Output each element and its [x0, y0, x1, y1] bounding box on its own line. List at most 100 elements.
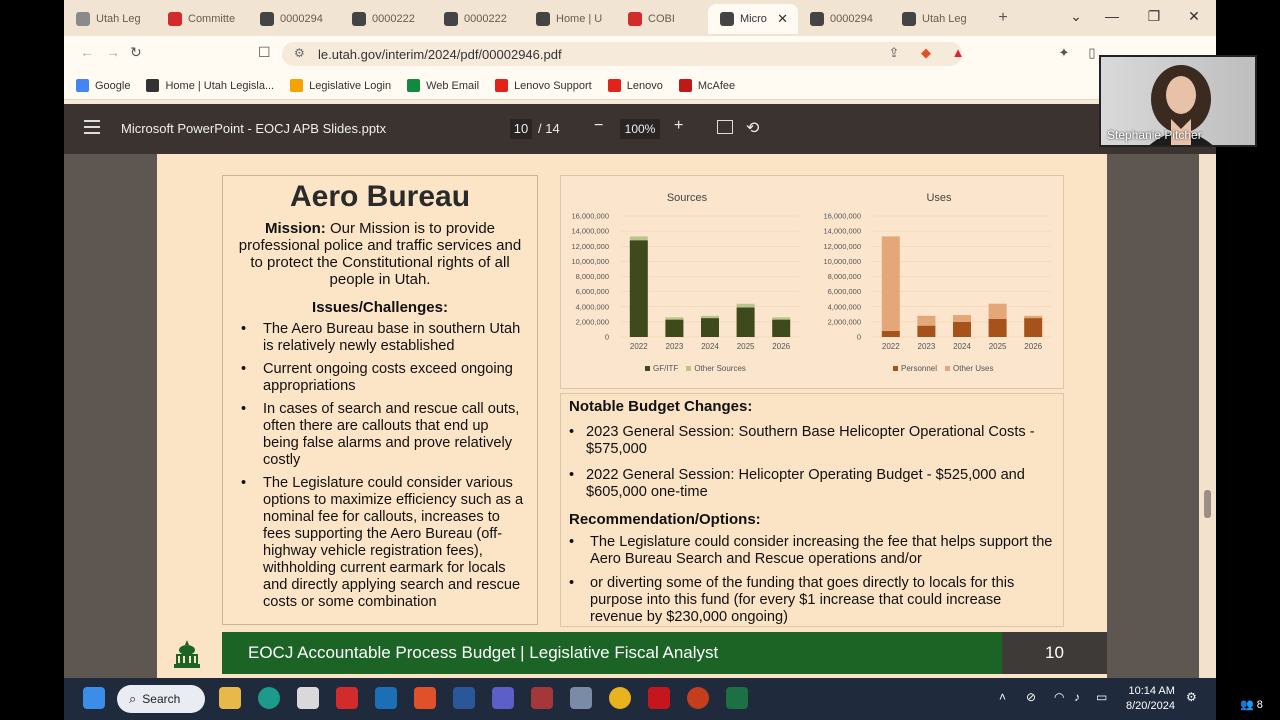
people-count[interactable]: 👥 8: [1240, 698, 1263, 711]
fit-page-icon[interactable]: [717, 120, 733, 134]
browser-tab[interactable]: Utah Leg: [890, 4, 982, 34]
browser-toolbar: ← → ↻ ☐ ⚙ le.utah.gov/interim/2024/pdf/0…: [64, 36, 1216, 72]
bar-segment: [736, 303, 755, 308]
rotate-icon[interactable]: ⟲: [746, 118, 759, 138]
people-icon: 👥: [1240, 699, 1257, 711]
powerpoint-icon[interactable]: [687, 687, 709, 709]
windows-start-icon[interactable]: [83, 687, 105, 709]
uses-legend: Personnel Other Uses: [893, 364, 994, 373]
bar-segment: [665, 317, 684, 320]
webcam-tile[interactable]: Stephanie Pitcher: [1099, 55, 1257, 147]
zoom-in-button[interactable]: +: [674, 117, 683, 135]
legend-label: Personnel: [901, 364, 938, 373]
tray-chevron-icon[interactable]: ˄: [999, 690, 1006, 704]
zoom-level-input[interactable]: 100%: [620, 119, 660, 139]
slide-title: Aero Bureau: [289, 180, 471, 213]
legend-swatch: [686, 366, 692, 371]
tab-favicon-icon: [536, 12, 550, 26]
x-tick-label: 2025: [989, 342, 1007, 351]
bookmark-favicon-icon: [607, 79, 621, 92]
legend-swatch: [945, 366, 951, 371]
volume-icon[interactable]: ♪: [1074, 690, 1080, 704]
lenovo-icon[interactable]: [336, 687, 358, 709]
browser-tab[interactable]: 0000294: [248, 4, 340, 34]
chrome-icon[interactable]: [609, 687, 631, 709]
site-info-icon[interactable]: ⚙: [294, 46, 305, 60]
sidebar-icon[interactable]: ▯: [1084, 45, 1100, 61]
brave-icon[interactable]: [414, 687, 436, 709]
x-tick-label: 2023: [918, 342, 936, 351]
store-icon[interactable]: [297, 687, 319, 709]
excel-icon[interactable]: [726, 687, 748, 709]
sources-chart-title: Sources: [666, 192, 708, 204]
extensions-icon[interactable]: ✦: [1056, 45, 1072, 61]
snipping-icon[interactable]: [570, 687, 592, 709]
forward-icon[interactable]: →: [106, 44, 120, 60]
browser-tab[interactable]: 0000222: [340, 4, 432, 34]
bookmark-item[interactable]: McAfee: [678, 79, 735, 92]
page-number-input[interactable]: 10: [510, 119, 532, 139]
share-icon[interactable]: ⇪: [886, 45, 902, 61]
bookmark-item[interactable]: Web Email: [407, 79, 479, 92]
bar-segment: [736, 307, 755, 337]
y-tick-label: 2,000,000: [828, 317, 861, 326]
brave-rewards-icon[interactable]: ▲: [950, 45, 966, 61]
outlook-icon[interactable]: [375, 687, 397, 709]
bookmark-label: Home | Utah Legisla...: [165, 79, 275, 92]
browser-tab[interactable]: Utah Leg: [64, 4, 156, 34]
new-tab-button[interactable]: +: [988, 9, 1018, 27]
taskbar-search[interactable]: ⌕ Search: [117, 685, 205, 713]
bookmark-favicon-icon: [495, 79, 509, 92]
reload-icon[interactable]: ↻: [130, 44, 142, 61]
y-tick-label: 16,000,000: [823, 212, 861, 221]
menu-icon[interactable]: [84, 120, 100, 138]
browser-tab[interactable]: 0000294: [798, 4, 890, 34]
tab-close-icon[interactable]: ✕: [777, 11, 788, 27]
browser-tab[interactable]: Micro ✕: [708, 4, 798, 34]
tab-search-icon[interactable]: ⌄: [1066, 8, 1086, 25]
notification-icon[interactable]: ⚙: [1186, 690, 1197, 704]
legend-label: Other Sources: [694, 364, 746, 373]
word-icon[interactable]: [453, 687, 475, 709]
bookmark-item[interactable]: Lenovo: [607, 79, 663, 92]
bookmark-item[interactable]: Legislative Login: [290, 79, 391, 92]
access-icon[interactable]: [531, 687, 553, 709]
teams-icon[interactable]: [492, 687, 514, 709]
mic-off-icon[interactable]: ⊘: [1026, 690, 1036, 704]
bullet-item: or diverting some of the funding that go…: [569, 575, 1055, 626]
browser-tab[interactable]: Home | U: [524, 4, 616, 34]
system-clock[interactable]: 10:14 AM 8/20/2024: [1126, 684, 1175, 714]
y-tick-label: 0: [605, 333, 609, 342]
bookmark-item[interactable]: Home | Utah Legisla...: [146, 79, 274, 92]
y-tick-label: 4,000,000: [576, 302, 609, 311]
browser-tab[interactable]: 0000222: [432, 4, 524, 34]
y-tick-label: 6,000,000: [576, 287, 609, 296]
browser-tab[interactable]: COBI: [616, 4, 708, 34]
pdf-toolbar: Microsoft PowerPoint - EOCJ APB Slides.p…: [64, 104, 1216, 154]
browser-tab[interactable]: Committe: [156, 4, 248, 34]
back-icon[interactable]: ←: [80, 44, 94, 60]
notable-panel: Notable Budget Changes: 2023 General Ses…: [560, 393, 1064, 627]
bookmark-item[interactable]: Lenovo Support: [495, 79, 592, 92]
tab-strip: Utah Leg Committe 0000294 0000222 0000222 Hom…: [64, 0, 1216, 36]
edge-icon[interactable]: [258, 687, 280, 709]
acrobat-icon[interactable]: [648, 687, 670, 709]
scrollbar[interactable]: [1199, 154, 1216, 678]
tab-favicon-icon: [810, 12, 824, 26]
tabs-container: Utah Leg Committe 0000294 0000222 0000222 Hom…: [64, 2, 982, 34]
zoom-out-button[interactable]: −: [594, 117, 603, 135]
wifi-icon[interactable]: ◠: [1054, 690, 1064, 704]
brave-shield-icon[interactable]: ◆: [918, 45, 934, 61]
y-tick-label: 8,000,000: [828, 272, 861, 281]
bookmarks-bar: Google Home | Utah Legisla... Legislative …: [64, 72, 1216, 100]
address-bar[interactable]: ⚙ le.utah.gov/interim/2024/pdf/00002946.…: [282, 42, 962, 66]
minimize-button[interactable]: —: [1102, 8, 1122, 24]
file-explorer-icon[interactable]: [219, 687, 241, 709]
battery-icon[interactable]: ▭: [1096, 690, 1107, 704]
scroll-thumb[interactable]: [1204, 490, 1211, 518]
close-window-button[interactable]: ✕: [1184, 8, 1204, 25]
bookmark-item[interactable]: Google: [76, 79, 130, 92]
bookmark-icon[interactable]: ☐: [258, 44, 271, 61]
bar-segment: [701, 318, 719, 337]
maximize-button[interactable]: ❐: [1144, 8, 1164, 25]
